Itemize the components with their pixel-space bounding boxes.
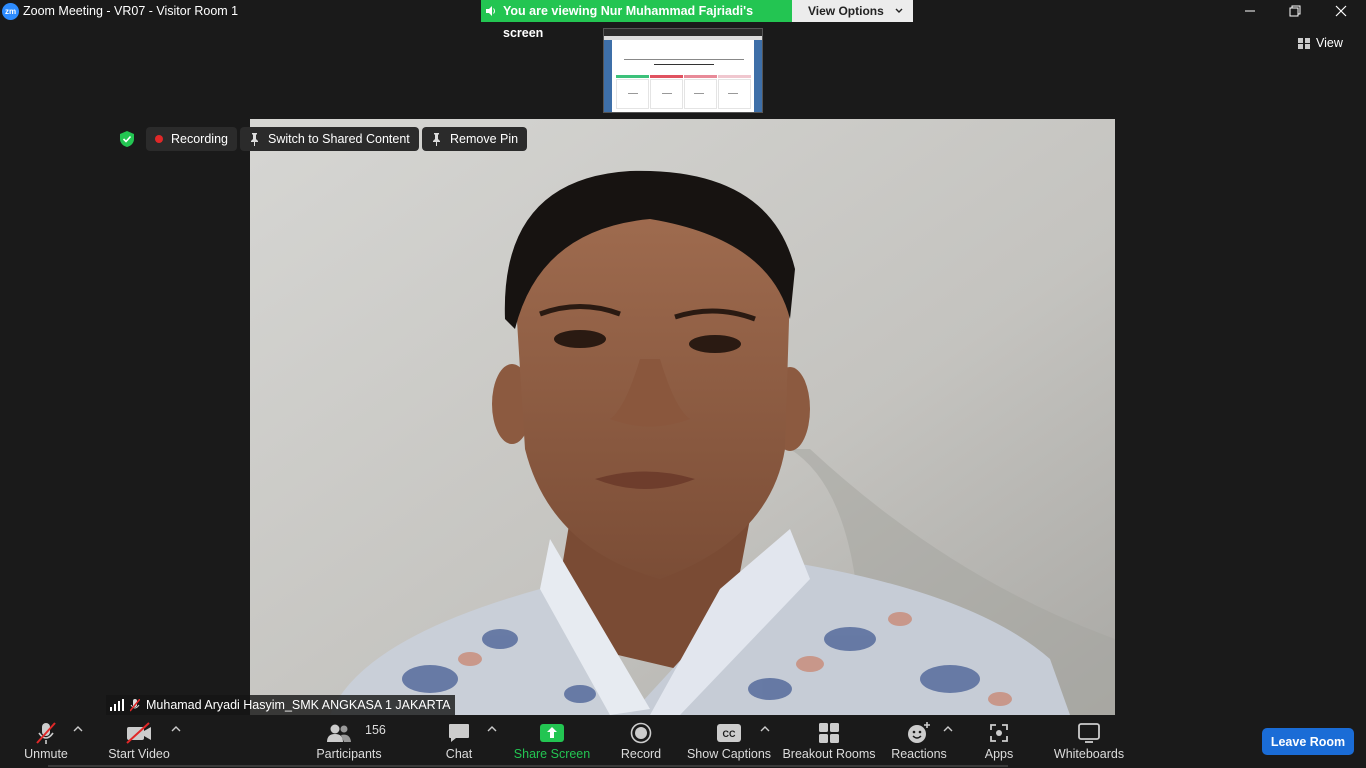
- leave-room-button[interactable]: Leave Room: [1262, 728, 1354, 755]
- meeting-toolbar: Unmute Start Video Participants 156 Chat…: [0, 715, 1366, 768]
- recording-label: Recording: [171, 132, 228, 146]
- participant-video[interactable]: [250, 119, 1115, 715]
- audio-options-caret-icon[interactable]: [73, 725, 83, 733]
- participant-photo: [250, 119, 1115, 715]
- apps-label: Apps: [984, 747, 1014, 761]
- unmute-button[interactable]: Unmute: [16, 715, 76, 768]
- signal-strength-icon: [110, 699, 124, 711]
- record-label: Record: [620, 747, 662, 761]
- pin-icon: [251, 132, 258, 146]
- grid-view-icon: [1298, 37, 1310, 49]
- share-banner: You are viewing Nur Muhammad Fajriadi's …: [481, 0, 792, 40]
- chat-options-caret-icon[interactable]: [487, 725, 497, 733]
- breakout-rooms-icon: [819, 723, 839, 743]
- title-bar: zm Zoom Meeting - VR07 - Visitor Room 1 …: [0, 0, 1366, 40]
- minimize-button[interactable]: [1227, 0, 1273, 22]
- mic-muted-icon: [130, 698, 140, 712]
- remove-pin-button[interactable]: Remove Pin: [422, 127, 528, 151]
- share-screen-icon: [540, 724, 564, 742]
- breakout-rooms-label: Breakout Rooms: [782, 747, 876, 761]
- apps-button[interactable]: Apps: [976, 715, 1022, 768]
- captions-cc-icon: CC: [717, 724, 741, 742]
- video-options-caret-icon[interactable]: [171, 725, 181, 733]
- close-icon: [1335, 5, 1347, 17]
- shared-screen-thumbnail[interactable]: [603, 28, 763, 113]
- unmute-label: Unmute: [24, 747, 68, 761]
- speaker-icon: [486, 6, 495, 16]
- chat-label: Chat: [445, 747, 473, 761]
- recording-indicator[interactable]: Recording: [146, 127, 237, 151]
- mic-muted-icon: [36, 722, 56, 744]
- show-captions-button[interactable]: CC Show Captions: [686, 715, 772, 768]
- view-label: View: [1316, 36, 1343, 50]
- chat-button[interactable]: Chat: [436, 715, 482, 768]
- switch-to-shared-content-button[interactable]: Switch to Shared Content: [240, 127, 419, 151]
- window-title: Zoom Meeting - VR07 - Visitor Room 1: [23, 4, 239, 18]
- view-options-label: View Options: [808, 4, 884, 18]
- participants-icon: [326, 724, 351, 742]
- recording-dot-icon: [155, 135, 163, 143]
- view-layout-button[interactable]: View: [1298, 33, 1343, 53]
- captions-options-caret-icon[interactable]: [760, 725, 770, 733]
- reactions-label: Reactions: [891, 747, 947, 761]
- share-screen-label: Share Screen: [513, 747, 591, 761]
- breakout-rooms-button[interactable]: Breakout Rooms: [782, 715, 876, 768]
- participants-label: Participants: [316, 747, 382, 761]
- record-button[interactable]: Record: [614, 715, 668, 768]
- reactions-options-caret-icon[interactable]: [943, 725, 953, 733]
- chat-icon: [449, 724, 469, 742]
- reactions-button[interactable]: Reactions: [890, 715, 948, 768]
- apps-icon: [990, 724, 1008, 742]
- toolbar-divider: [48, 765, 1008, 767]
- whiteboards-label: Whiteboards: [1053, 747, 1125, 761]
- reactions-smiley-icon: [908, 722, 930, 743]
- remove-pin-label: Remove Pin: [450, 132, 519, 146]
- participant-name-tag: Muhamad Aryadi Hasyim_SMK ANGKASA 1 JAKA…: [106, 695, 455, 715]
- participant-name: Muhamad Aryadi Hasyim_SMK ANGKASA 1 JAKA…: [146, 698, 451, 712]
- start-video-label: Start Video: [108, 747, 170, 761]
- view-options-button[interactable]: View Options: [792, 0, 913, 22]
- pin-icon: [433, 132, 440, 146]
- restore-icon: [1289, 5, 1301, 17]
- zoom-logo-icon: zm: [2, 3, 19, 20]
- participants-count: 156: [365, 723, 386, 737]
- close-button[interactable]: [1318, 0, 1364, 22]
- encryption-shield-icon[interactable]: [117, 129, 137, 149]
- start-video-button[interactable]: Start Video: [104, 715, 174, 768]
- whiteboard-icon: [1078, 723, 1100, 743]
- minimize-icon: [1245, 10, 1255, 12]
- chevron-down-icon: [895, 8, 903, 13]
- switch-label: Switch to Shared Content: [268, 132, 410, 146]
- video-off-icon: [126, 722, 151, 744]
- restore-button[interactable]: [1272, 0, 1318, 22]
- record-icon: [630, 722, 652, 744]
- svg-text:CC: CC: [723, 729, 736, 739]
- show-captions-label: Show Captions: [686, 747, 772, 761]
- whiteboards-button[interactable]: Whiteboards: [1050, 715, 1128, 768]
- share-screen-button[interactable]: Share Screen: [512, 715, 592, 768]
